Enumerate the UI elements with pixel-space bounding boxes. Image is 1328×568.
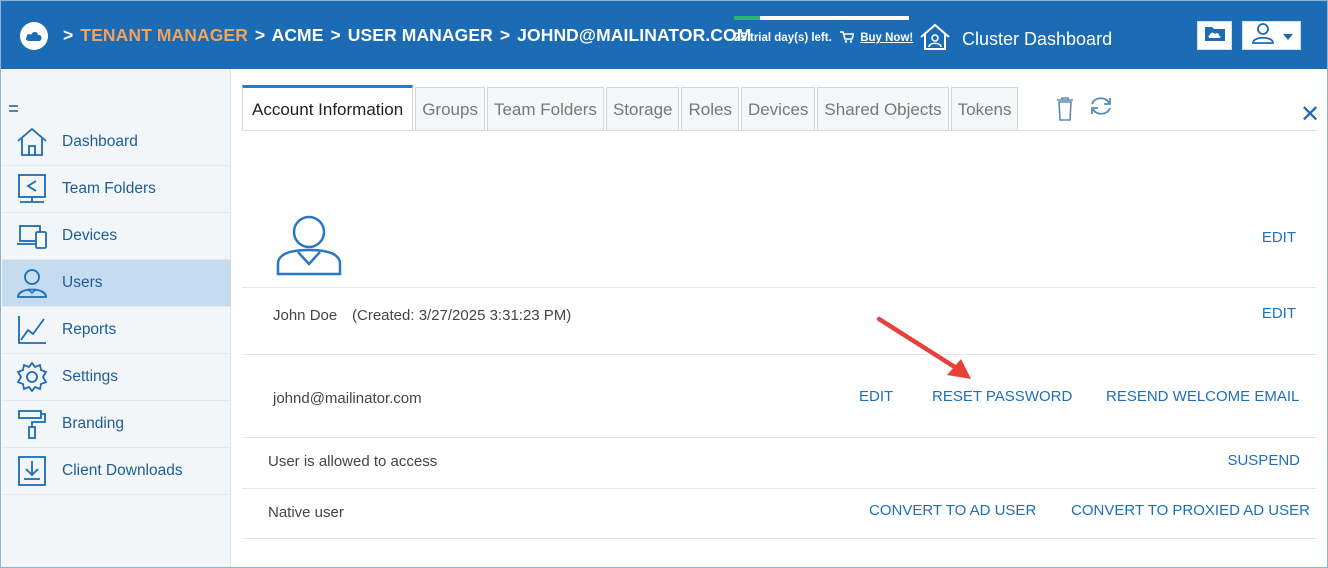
user-email: johnd@mailinator.com bbox=[273, 390, 422, 407]
home-icon bbox=[16, 126, 48, 158]
main-panel: Account Information Groups Team Folders … bbox=[232, 69, 1327, 567]
breadcrumb-user-manager[interactable]: USER MANAGER bbox=[348, 25, 493, 45]
tab-groups[interactable]: Groups bbox=[415, 87, 485, 131]
created-date: (Created: 3/27/2025 3:31:23 PM) bbox=[352, 307, 572, 324]
sidebar-item-label: Branding bbox=[62, 415, 125, 432]
sidebar-item-label: Users bbox=[62, 274, 103, 291]
name-row: John Doe (Created: 3/27/2025 3:31:23 PM)… bbox=[242, 288, 1317, 355]
access-status-text: User is allowed to access bbox=[268, 453, 438, 470]
avatar-row: EDIT bbox=[242, 131, 1317, 288]
breadcrumb-sep: > bbox=[499, 25, 511, 45]
convert-to-ad-user-button[interactable]: CONVERT TO AD USER bbox=[869, 502, 1036, 519]
user-full-name: John Doe bbox=[273, 307, 338, 324]
avatar-edit-button[interactable]: EDIT bbox=[1262, 229, 1296, 246]
sidebar-nav: Dashboard Team Folders Devices Users Rep… bbox=[2, 119, 231, 495]
sidebar-item-team-folders[interactable]: Team Folders bbox=[2, 166, 231, 213]
trash-icon[interactable] bbox=[1055, 96, 1075, 127]
trial-progress-bar bbox=[734, 16, 909, 20]
buy-now-link[interactable]: Buy Now! bbox=[860, 32, 913, 44]
name-edit-button[interactable]: EDIT bbox=[1262, 305, 1296, 322]
breadcrumb-current-user: JOHND@MAILINATOR.COM bbox=[517, 25, 752, 45]
user-type-row: Native user CONVERT TO AD USER CONVERT T… bbox=[242, 489, 1317, 539]
sidebar-item-label: Reports bbox=[62, 321, 117, 338]
sidebar-item-settings[interactable]: Settings bbox=[2, 354, 231, 401]
tab-shared-objects[interactable]: Shared Objects bbox=[817, 87, 949, 131]
sidebar-item-reports[interactable]: Reports bbox=[2, 307, 231, 354]
sidebar-item-branding[interactable]: Branding bbox=[2, 401, 231, 448]
close-icon[interactable]: ✕ bbox=[1300, 103, 1320, 127]
devices-icon bbox=[16, 220, 48, 252]
breadcrumb-sep: > bbox=[254, 25, 266, 45]
email-edit-button[interactable]: EDIT bbox=[859, 388, 893, 405]
tab-roles[interactable]: Roles bbox=[681, 87, 739, 131]
sync-icon[interactable] bbox=[1088, 94, 1114, 123]
reset-password-button[interactable]: RESET PASSWORD bbox=[932, 388, 1072, 405]
cluster-dashboard-link[interactable]: Cluster Dashboard bbox=[918, 23, 1112, 56]
sidebar-item-label: Team Folders bbox=[62, 180, 156, 197]
app-window: > TENANT MANAGER > ACME > USER MANAGER >… bbox=[0, 0, 1328, 568]
cluster-house-icon bbox=[918, 23, 952, 56]
sidebar-item-label: Dashboard bbox=[62, 133, 138, 150]
sidebar-item-label: Client Downloads bbox=[62, 462, 183, 479]
sidebar-collapse-icon[interactable] bbox=[9, 105, 18, 112]
tab-storage[interactable]: Storage bbox=[605, 87, 680, 131]
resend-welcome-email-button[interactable]: RESEND WELCOME EMAIL bbox=[1106, 388, 1299, 405]
sidebar-item-client-downloads[interactable]: Client Downloads bbox=[2, 448, 231, 495]
chevron-down-icon bbox=[1282, 27, 1293, 45]
convert-to-proxied-ad-user-button[interactable]: CONVERT TO PROXIED AD USER bbox=[1071, 502, 1310, 519]
email-row: johnd@mailinator.com EDIT RESET PASSWORD… bbox=[242, 355, 1317, 438]
tab-bar: Account Information Groups Team Folders … bbox=[242, 85, 1020, 131]
app-logo-icon[interactable] bbox=[20, 22, 48, 50]
tab-account-information[interactable]: Account Information bbox=[242, 85, 414, 131]
trial-status: 25 trial day(s) left. Buy Now! bbox=[734, 16, 913, 56]
reports-icon bbox=[16, 314, 48, 346]
breadcrumb-acme[interactable]: ACME bbox=[272, 25, 324, 45]
breadcrumb-sep: > bbox=[63, 25, 74, 45]
folder-button[interactable] bbox=[1197, 21, 1232, 50]
tab-team-folders[interactable]: Team Folders bbox=[486, 87, 604, 131]
trial-days-text: 25 trial day(s) left. bbox=[734, 32, 832, 44]
tab-tokens[interactable]: Tokens bbox=[950, 87, 1019, 131]
user-menu-button[interactable] bbox=[1242, 21, 1301, 50]
user-type-text: Native user bbox=[268, 504, 344, 521]
sidebar: Dashboard Team Folders Devices Users Rep… bbox=[2, 69, 231, 567]
cart-icon[interactable] bbox=[840, 31, 855, 46]
sidebar-item-users[interactable]: Users bbox=[2, 260, 231, 307]
tab-devices[interactable]: Devices bbox=[740, 87, 816, 131]
sidebar-item-devices[interactable]: Devices bbox=[2, 213, 231, 260]
gear-icon bbox=[16, 361, 48, 393]
sidebar-item-label: Devices bbox=[62, 227, 118, 244]
top-bar: > TENANT MANAGER > ACME > USER MANAGER >… bbox=[1, 1, 1327, 69]
annotation-arrow-icon bbox=[876, 316, 971, 379]
users-icon bbox=[16, 267, 48, 299]
suspend-button[interactable]: SUSPEND bbox=[1227, 452, 1300, 469]
user-avatar-icon bbox=[276, 214, 342, 281]
paint-roller-icon bbox=[16, 408, 48, 440]
breadcrumb-tenant-manager[interactable]: TENANT MANAGER bbox=[80, 25, 248, 45]
sidebar-item-label: Settings bbox=[62, 368, 119, 385]
team-folder-icon bbox=[16, 173, 48, 205]
user-profile-icon bbox=[1251, 22, 1277, 49]
sidebar-item-dashboard[interactable]: Dashboard bbox=[2, 119, 231, 166]
cluster-dashboard-label: Cluster Dashboard bbox=[962, 29, 1113, 49]
cloud-folder-icon bbox=[1204, 25, 1226, 47]
trial-progress-fill bbox=[734, 16, 761, 20]
breadcrumb-sep: > bbox=[330, 25, 341, 45]
access-row: User is allowed to access SUSPEND bbox=[242, 438, 1317, 489]
breadcrumb: > TENANT MANAGER > ACME > USER MANAGER >… bbox=[63, 25, 753, 46]
download-icon bbox=[16, 455, 48, 487]
